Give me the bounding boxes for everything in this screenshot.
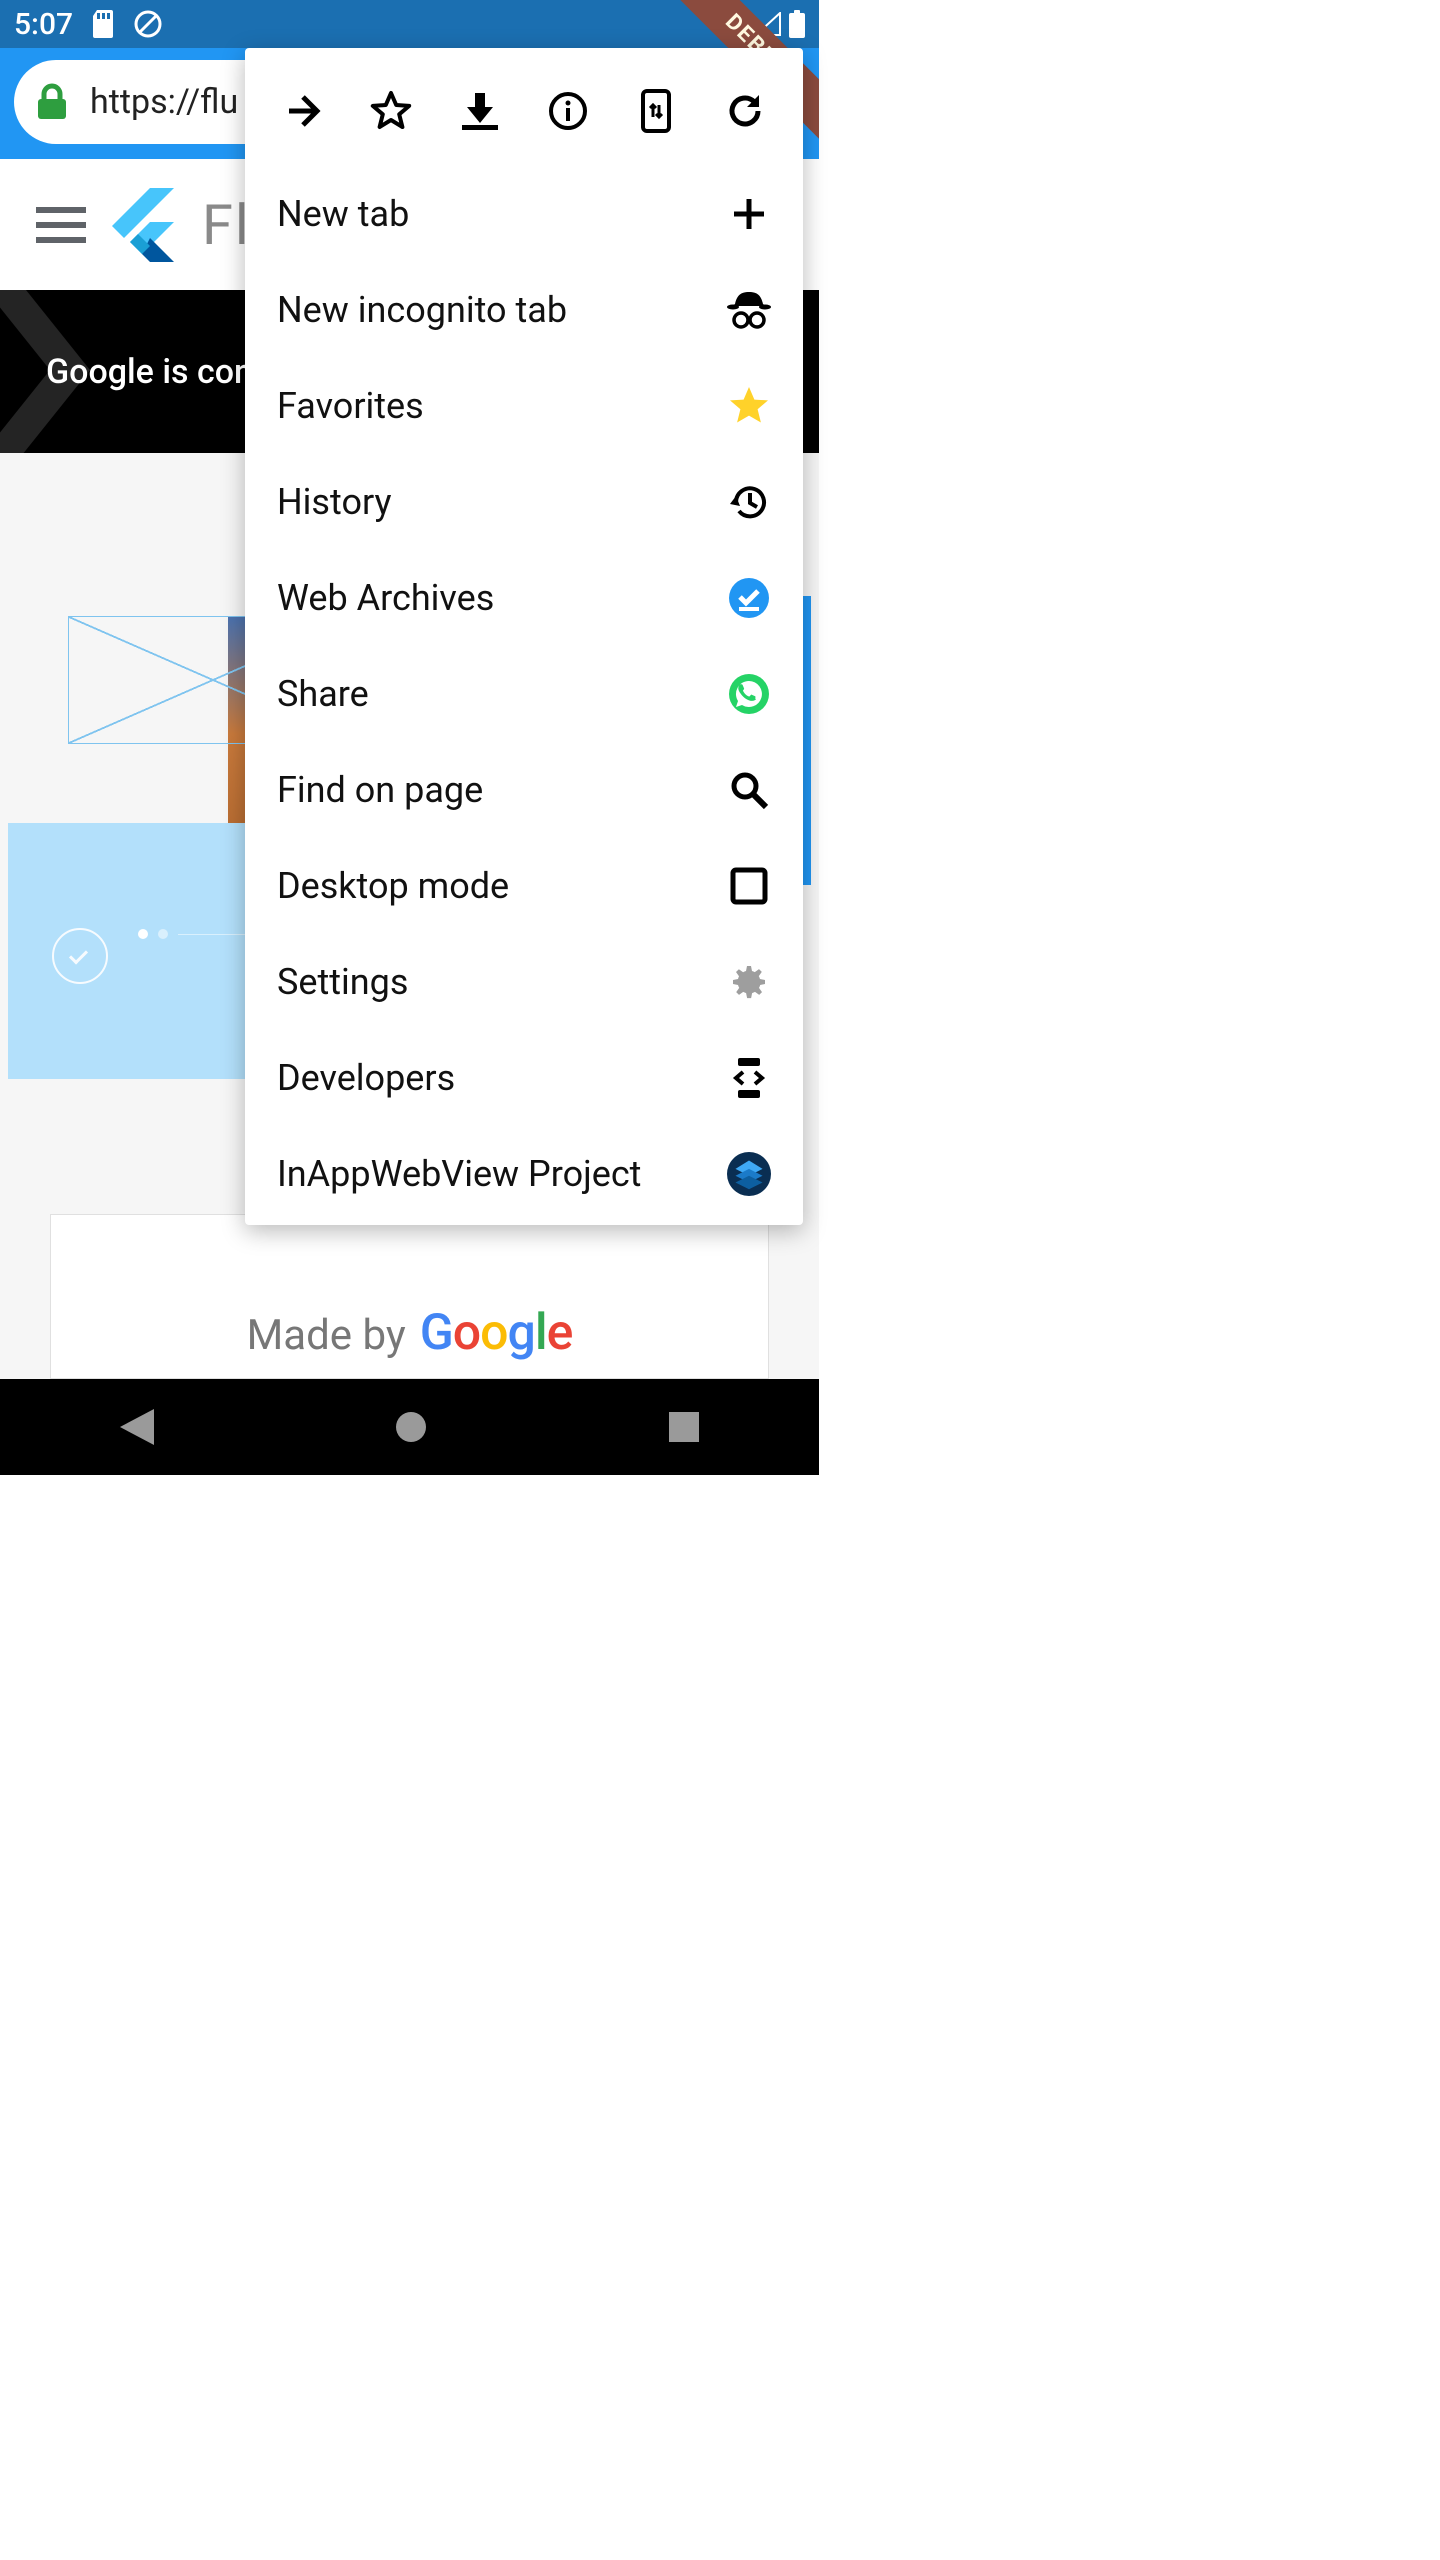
- menu-find-on-page[interactable]: Find on page: [245, 742, 803, 838]
- menu-history[interactable]: History: [245, 454, 803, 550]
- clock: 5:07: [14, 7, 73, 42]
- project-logo-icon: [727, 1148, 771, 1200]
- star-outline-icon[interactable]: [369, 90, 413, 132]
- menu-item-label: Desktop mode: [277, 865, 509, 907]
- chevron-bg-icon: [0, 290, 170, 453]
- menu-item-label: History: [277, 481, 392, 523]
- menu-settings[interactable]: Settings: [245, 934, 803, 1030]
- menu-item-label: Developers: [277, 1057, 455, 1099]
- android-nav-bar: [0, 1379, 819, 1475]
- archive-check-icon: [727, 577, 771, 619]
- menu-item-label: Share: [277, 673, 369, 715]
- forward-icon[interactable]: [281, 91, 325, 131]
- incognito-icon: [727, 290, 771, 330]
- download-icon[interactable]: [458, 91, 502, 131]
- gear-icon: [727, 961, 771, 1003]
- check-circle-icon: [52, 928, 108, 984]
- menu-item-label: New tab: [277, 193, 409, 235]
- menu-action-row: [245, 56, 803, 166]
- search-icon: [727, 770, 771, 810]
- dnd-icon: [133, 9, 163, 39]
- history-icon: [727, 481, 771, 523]
- flutter-logo-icon: [112, 188, 176, 262]
- dev-mode-icon: [727, 1056, 771, 1100]
- url-text: https://flu: [90, 82, 238, 122]
- wifi-icon: [717, 12, 747, 36]
- made-by-label: Made by: [247, 1311, 406, 1360]
- made-by-card: Made by Google: [50, 1214, 769, 1379]
- battery-icon: [789, 10, 805, 38]
- menu-favorites[interactable]: Favorites: [245, 358, 803, 454]
- reload-icon[interactable]: [723, 91, 767, 131]
- nav-recent-icon[interactable]: [669, 1412, 699, 1442]
- whatsapp-icon: [727, 673, 771, 715]
- checkbox-empty-icon: [727, 867, 771, 905]
- google-logo: Google: [420, 1304, 573, 1362]
- star-filled-icon: [727, 385, 771, 427]
- menu-item-label: Find on page: [277, 769, 483, 811]
- menu-developers[interactable]: Developers: [245, 1030, 803, 1126]
- menu-new-tab[interactable]: New tab: [245, 166, 803, 262]
- menu-inappwebview-project[interactable]: InAppWebView Project: [245, 1126, 803, 1222]
- menu-item-label: InAppWebView Project: [277, 1153, 641, 1195]
- status-bar: 5:07: [0, 0, 819, 48]
- menu-desktop-mode[interactable]: Desktop mode: [245, 838, 803, 934]
- lock-icon: [36, 83, 68, 121]
- menu-item-label: Web Archives: [277, 577, 494, 619]
- info-icon[interactable]: [546, 91, 590, 131]
- plus-icon: [727, 196, 771, 232]
- sd-card-icon: [91, 10, 115, 38]
- hamburger-icon[interactable]: [36, 207, 86, 243]
- page-title: Fl: [202, 192, 251, 258]
- menu-item-label: Settings: [277, 961, 408, 1003]
- overflow-menu: New tab New incognito tab Favorites Hist…: [245, 48, 803, 1225]
- menu-web-archives[interactable]: Web Archives: [245, 550, 803, 646]
- menu-item-label: New incognito tab: [277, 289, 567, 331]
- menu-incognito-tab[interactable]: New incognito tab: [245, 262, 803, 358]
- nav-back-icon[interactable]: [120, 1409, 154, 1445]
- nav-home-icon[interactable]: [394, 1410, 428, 1444]
- menu-item-label: Favorites: [277, 385, 424, 427]
- signal-icon: [755, 12, 781, 36]
- send-to-device-icon[interactable]: [634, 89, 678, 133]
- menu-share[interactable]: Share: [245, 646, 803, 742]
